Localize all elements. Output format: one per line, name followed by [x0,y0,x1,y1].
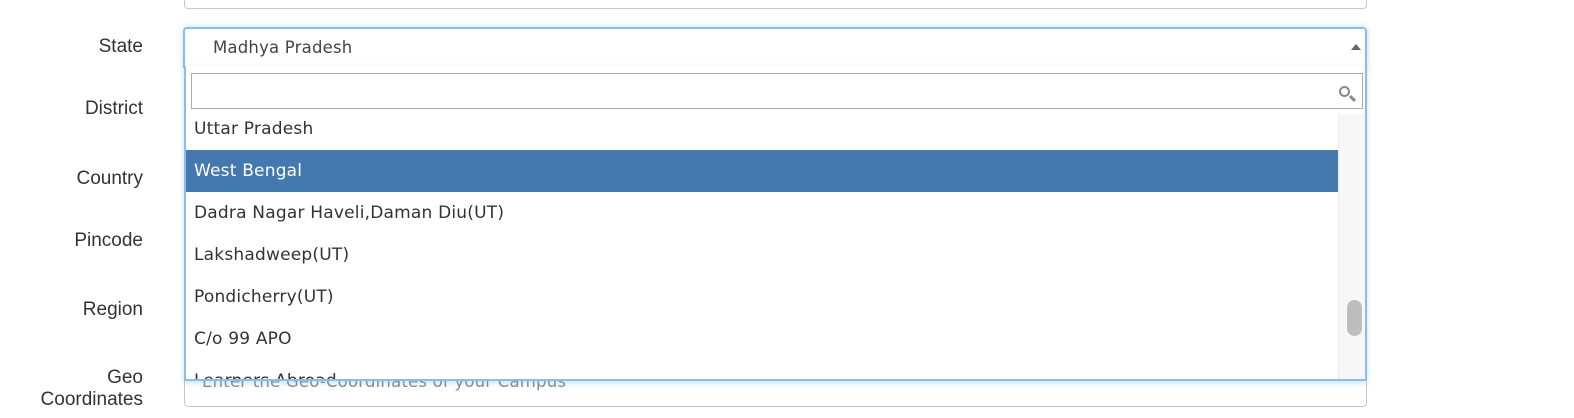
state-dropdown: Uttar Pradesh West Bengal Dadra Nagar Ha… [184,66,1367,381]
geo-coordinates-label: Geo Coordinates [40,367,143,410]
country-label: Country [76,168,143,189]
state-select-value: Madhya Pradesh [213,38,353,57]
scrollbar-thumb[interactable] [1347,300,1362,336]
dropdown-scrollbar[interactable] [1338,114,1365,379]
state-select[interactable]: Madhya Pradesh [183,27,1367,68]
district-label: District [84,98,143,119]
dropdown-option-co-99-apo[interactable]: C/o 99 APO [186,318,1338,360]
dropdown-option-learners-abroad[interactable]: Learners Abroad [186,360,1338,379]
previous-field-input[interactable] [184,0,1367,9]
dropdown-option-west-bengal[interactable]: West Bengal [186,150,1338,192]
dropdown-search-input[interactable] [191,73,1363,109]
region-label: Region [82,299,143,320]
caret-up-icon[interactable] [1351,44,1361,50]
dropdown-option-uttar-pradesh[interactable]: Uttar Pradesh [186,114,1338,150]
dropdown-option-lakshadweep[interactable]: Lakshadweep(UT) [186,234,1338,276]
state-label: State [98,36,143,57]
search-icon [1339,86,1350,97]
dropdown-option-pondicherry[interactable]: Pondicherry(UT) [186,276,1338,318]
pincode-label: Pincode [74,230,143,251]
dropdown-option-dadra-nagar-haveli[interactable]: Dadra Nagar Haveli,Daman Diu(UT) [186,192,1338,234]
dropdown-options-list: Uttar Pradesh West Bengal Dadra Nagar Ha… [186,114,1338,379]
